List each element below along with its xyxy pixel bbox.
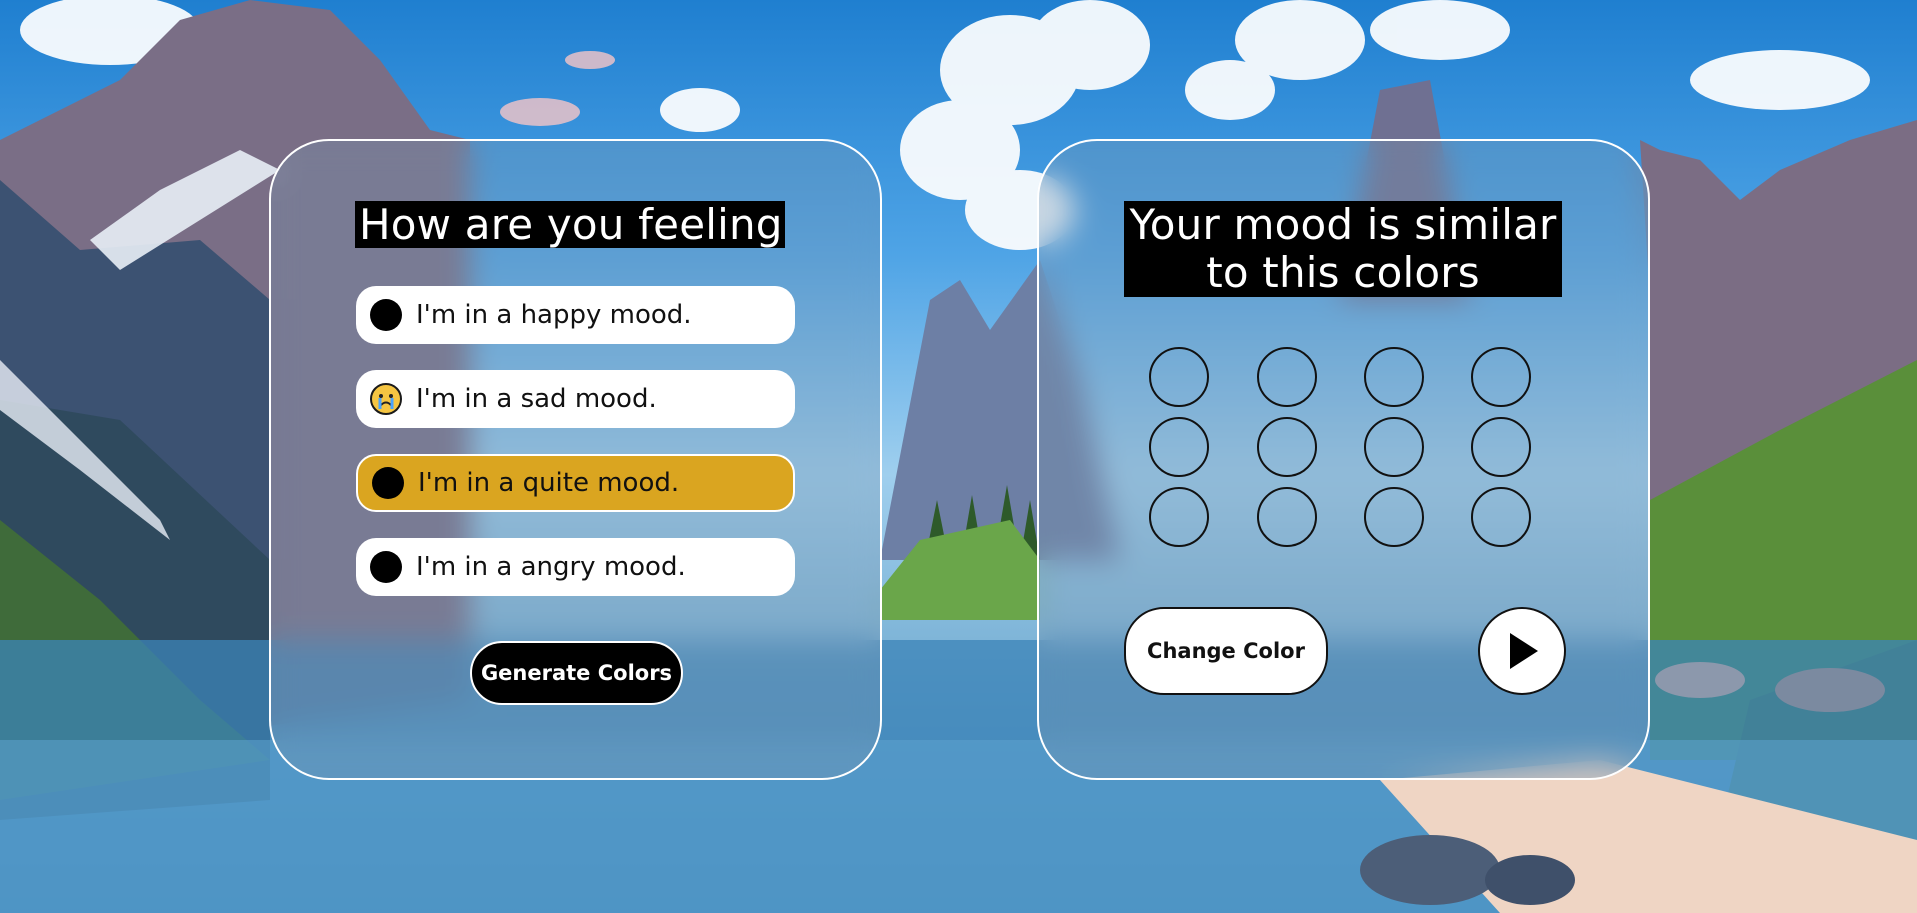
mood-option-sad[interactable]: I'm in a sad mood. <box>356 370 795 428</box>
mood-option-happy[interactable]: I'm in a happy mood. <box>356 286 795 344</box>
generate-colors-button[interactable]: Generate Colors <box>470 641 683 705</box>
color-swatch <box>1471 487 1531 547</box>
color-swatch <box>1257 347 1317 407</box>
color-swatch <box>1471 347 1531 407</box>
mood-option-label: I'm in a angry mood. <box>416 552 686 582</box>
black-circle-icon <box>372 467 404 499</box>
color-swatch <box>1149 487 1209 547</box>
color-swatch <box>1364 347 1424 407</box>
play-button[interactable] <box>1478 607 1566 695</box>
mood-option-angry[interactable]: I'm in a angry mood. <box>356 538 795 596</box>
color-swatch <box>1149 347 1209 407</box>
black-circle-icon <box>370 551 402 583</box>
color-swatch <box>1364 487 1424 547</box>
app-background: How are you feeling? I'm in a happy mood… <box>0 0 1917 913</box>
mood-option-label: I'm in a quite mood. <box>418 468 680 498</box>
color-result-title: Your mood is similar to this colors <box>1124 201 1562 297</box>
color-swatch <box>1471 417 1531 477</box>
crying-face-emoji-icon <box>370 383 402 415</box>
color-swatch <box>1149 417 1209 477</box>
color-swatch <box>1257 487 1317 547</box>
mood-option-label: I'm in a sad mood. <box>416 384 657 414</box>
color-result-card: Your mood is similar to this colors Chan… <box>1037 139 1650 780</box>
color-result-title-line2: to this colors <box>1206 248 1480 297</box>
color-result-title-line1: Your mood is similar <box>1129 200 1557 249</box>
change-color-button[interactable]: Change Color <box>1124 607 1328 695</box>
mood-option-quiet[interactable]: I'm in a quite mood. <box>356 454 795 512</box>
black-circle-icon <box>370 299 402 331</box>
mood-question-title: How are you feeling? <box>355 201 785 248</box>
color-swatch <box>1364 417 1424 477</box>
play-icon <box>1510 633 1538 669</box>
color-swatch <box>1257 417 1317 477</box>
mood-option-label: I'm in a happy mood. <box>416 300 692 330</box>
mood-selection-card: How are you feeling? I'm in a happy mood… <box>269 139 882 780</box>
